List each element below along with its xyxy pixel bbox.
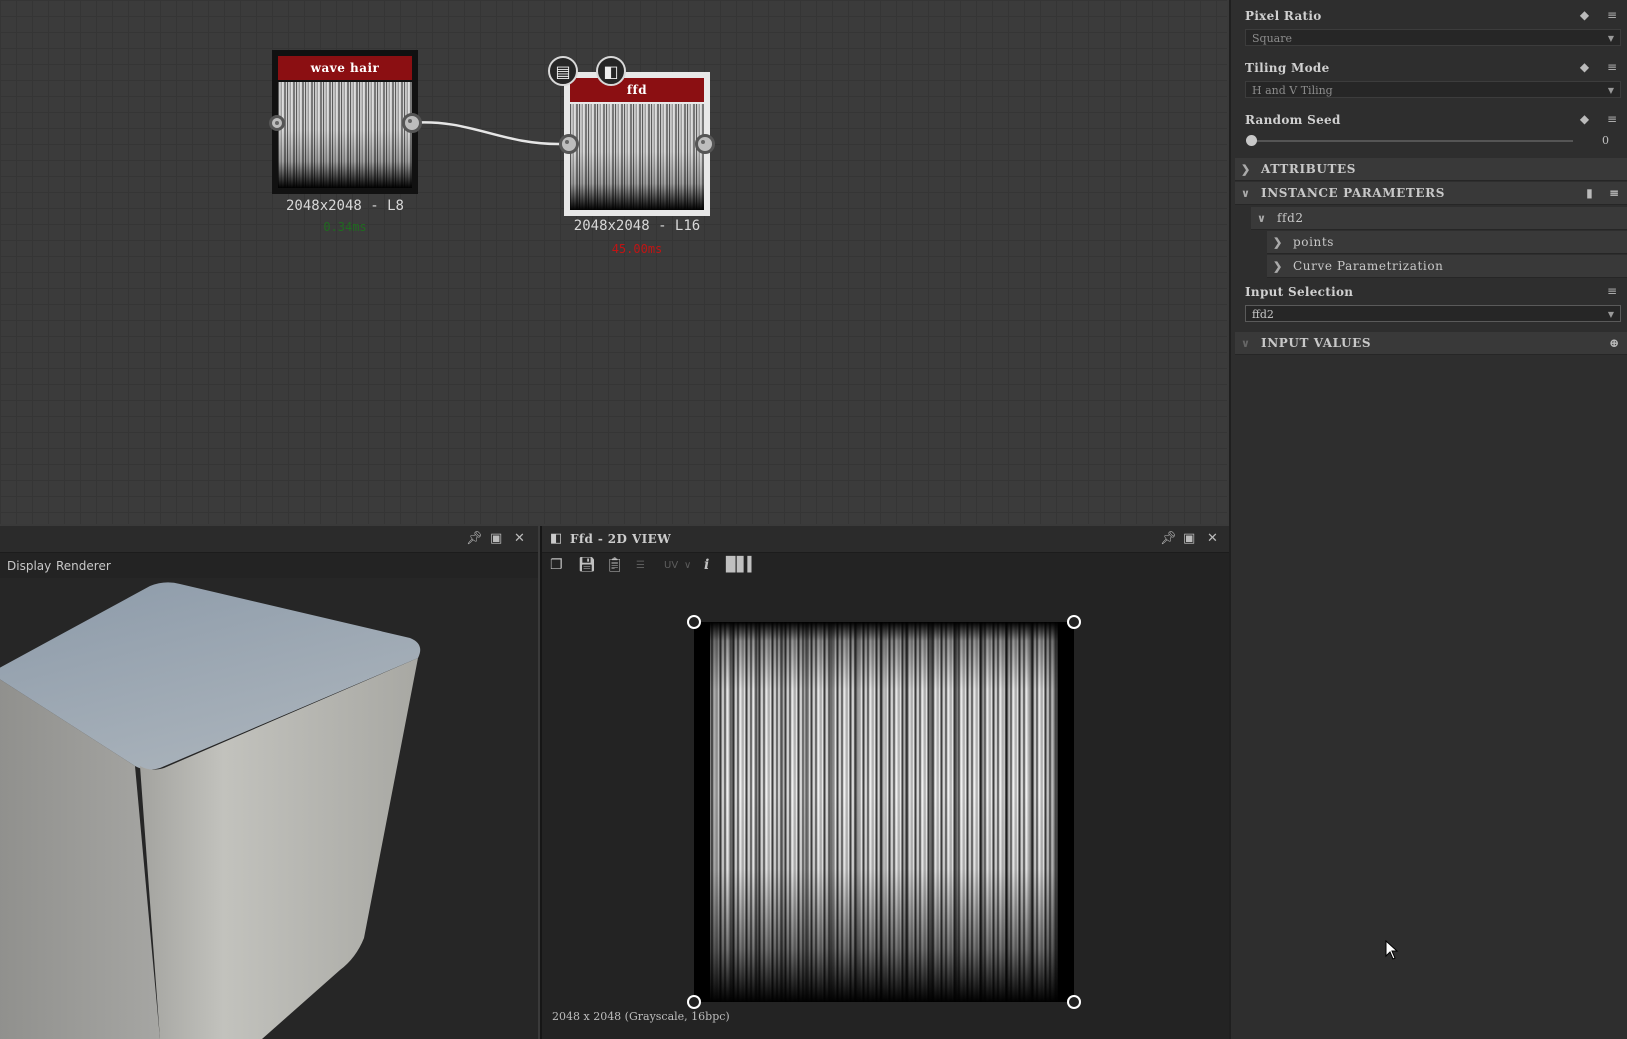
chevron-down-icon: ▼	[1607, 86, 1614, 95]
input-port[interactable]	[559, 134, 579, 154]
node-title: wave hair	[278, 56, 412, 80]
section-input-values[interactable]: ∨ INPUT VALUES ⊕	[1235, 332, 1627, 355]
input-selection-label: Input Selection	[1245, 285, 1354, 299]
chevron-down-icon: ▼	[1607, 34, 1614, 43]
preset-icon[interactable]: ▮	[1586, 186, 1593, 200]
transform-handle-bottom-left[interactable]	[687, 995, 701, 1009]
checker-icon[interactable]: ◧	[596, 56, 626, 86]
link-icon[interactable]: ◆︎	[1580, 112, 1589, 126]
section-attributes[interactable]: ❯ ATTRIBUTES	[1235, 158, 1627, 181]
3d-viewport[interactable]	[0, 578, 538, 1039]
3d-view-title-bar: 📌︎ ▣ ✕	[0, 526, 538, 553]
output-port[interactable]	[402, 113, 422, 133]
input-selection-value: ffd2	[1252, 308, 1274, 321]
chevron-down-icon: ∨	[1257, 212, 1266, 225]
tiling-mode-value: H and V Tiling	[1252, 84, 1333, 97]
section-instance-parameters[interactable]: ∨ INSTANCE PARAMETERS ▮ ≡	[1235, 182, 1627, 205]
3d-view-panel: 📌︎ ▣ ✕ Display Renderer	[0, 526, 538, 1039]
menu-icon[interactable]: ≡	[1607, 8, 1617, 22]
node-resolution: 2048x2048 - L16	[573, 218, 701, 234]
pixel-ratio-tools[interactable]: ◆︎ ≡	[1580, 8, 1617, 22]
add-icon[interactable]: ⊕	[1609, 332, 1619, 355]
info-icon[interactable]: i	[704, 557, 709, 573]
chevron-down-icon: ▼	[1607, 310, 1614, 319]
close-icon[interactable]: ✕	[1207, 531, 1218, 546]
float-window-icon[interactable]: ▣	[490, 531, 502, 546]
node-cook-time: 45.00ms	[611, 242, 663, 256]
input-port[interactable]	[269, 115, 285, 131]
input-selection-menu-icon[interactable]: ≡	[1607, 284, 1617, 298]
mouse-cursor-icon	[1385, 940, 1399, 960]
menu-display[interactable]: Display	[7, 559, 51, 573]
chevron-right-icon: ❯	[1241, 163, 1251, 176]
2d-view-icon: ◧	[550, 531, 563, 546]
menu-icon[interactable]: ≡	[1609, 186, 1619, 200]
2d-viewport[interactable]: 2048 x 2048 (Grayscale, 16bpc)	[542, 578, 1229, 1039]
pixel-ratio-value: Square	[1252, 32, 1292, 45]
chevron-down-icon: ∨	[684, 560, 692, 571]
2d-view-panel: ◧ Ffd - 2D VIEW 📌︎ ▣ ✕ ❐ 💾︎ 📋︎ ☰ UV ∨ i …	[540, 526, 1229, 1039]
chevron-right-icon: ❯	[1273, 260, 1283, 273]
section-ffd2[interactable]: ∨ ffd2	[1251, 207, 1627, 230]
tiling-mode-tools[interactable]: ◆︎ ≡	[1580, 60, 1617, 74]
chevron-down-icon: ∨	[1241, 187, 1250, 200]
clipboard-icon[interactable]: 📋︎	[606, 557, 624, 573]
2d-view-title: Ffd - 2D VIEW	[570, 532, 672, 546]
node-title: ffd	[570, 78, 704, 102]
uv-dropdown: UV	[664, 560, 679, 571]
input-selection-dropdown[interactable]: ffd2 ▼	[1245, 305, 1621, 322]
save-icon[interactable]: 💾︎	[578, 557, 596, 573]
node-thumbnail	[570, 104, 704, 210]
node-cook-time: 0.34ms	[323, 220, 367, 234]
2d-view-title-bar: ◧ Ffd - 2D VIEW 📌︎ ▣ ✕	[542, 526, 1229, 553]
link-icon[interactable]: ◆︎	[1580, 60, 1589, 74]
output-port[interactable]	[695, 134, 715, 154]
pin-icon[interactable]: 📌︎	[1160, 531, 1177, 546]
histogram-icon[interactable]: ▉▋▍	[726, 557, 758, 573]
node-graph[interactable]: wave hair 2048x2048 - L8 0.34ms ffd 2048…	[0, 0, 1227, 524]
section-points[interactable]: ❯ points	[1267, 231, 1627, 254]
float-window-icon[interactable]: ▣	[1183, 531, 1195, 546]
tiling-mode-label: Tiling Mode	[1245, 61, 1330, 75]
tiling-mode-dropdown[interactable]: H and V Tiling ▼	[1245, 81, 1621, 98]
random-seed-label: Random Seed	[1245, 113, 1341, 127]
cube-mesh	[0, 582, 421, 1039]
transform-handle-top-right[interactable]	[1067, 615, 1081, 629]
share-icon: ☰	[636, 560, 645, 571]
texture-edge-shade	[694, 622, 1074, 1002]
transform-handle-bottom-right[interactable]	[1067, 995, 1081, 1009]
document-icon[interactable]: ▤	[548, 56, 578, 86]
pixel-ratio-dropdown[interactable]: Square ▼	[1245, 29, 1621, 46]
properties-panel: Pixel Ratio ◆︎ ≡ Square ▼ Tiling Mode ◆︎…	[1229, 0, 1627, 1039]
random-seed-slider[interactable]	[1251, 140, 1573, 142]
pin-icon[interactable]: 📌︎	[466, 531, 483, 546]
node-thumbnail	[278, 82, 412, 188]
node-resolution: 2048x2048 - L8	[285, 198, 404, 214]
menu-icon[interactable]: ≡	[1607, 112, 1617, 126]
random-seed-slider-handle[interactable]	[1246, 135, 1257, 146]
link-icon[interactable]: ◆︎	[1580, 8, 1589, 22]
chevron-down-icon: ∨	[1241, 337, 1250, 350]
menu-icon[interactable]: ≡	[1607, 60, 1617, 74]
pixel-ratio-label: Pixel Ratio	[1245, 9, 1322, 23]
section-curve-parametrization[interactable]: ❯ Curve Parametrization	[1267, 255, 1627, 278]
menu-renderer[interactable]: Renderer	[56, 559, 111, 573]
random-seed-tools[interactable]: ◆︎ ≡	[1580, 112, 1617, 126]
image-status: 2048 x 2048 (Grayscale, 16bpc)	[552, 1010, 730, 1023]
chevron-right-icon: ❯	[1273, 236, 1283, 249]
instance-parameters-tools[interactable]: ▮ ≡	[1586, 182, 1619, 205]
transform-handle-top-left[interactable]	[687, 615, 701, 629]
close-icon[interactable]: ✕	[514, 531, 525, 546]
copy-view-icon[interactable]: ❐	[550, 557, 563, 573]
texture-preview	[694, 622, 1074, 1002]
random-seed-value[interactable]: 0	[1602, 134, 1609, 147]
